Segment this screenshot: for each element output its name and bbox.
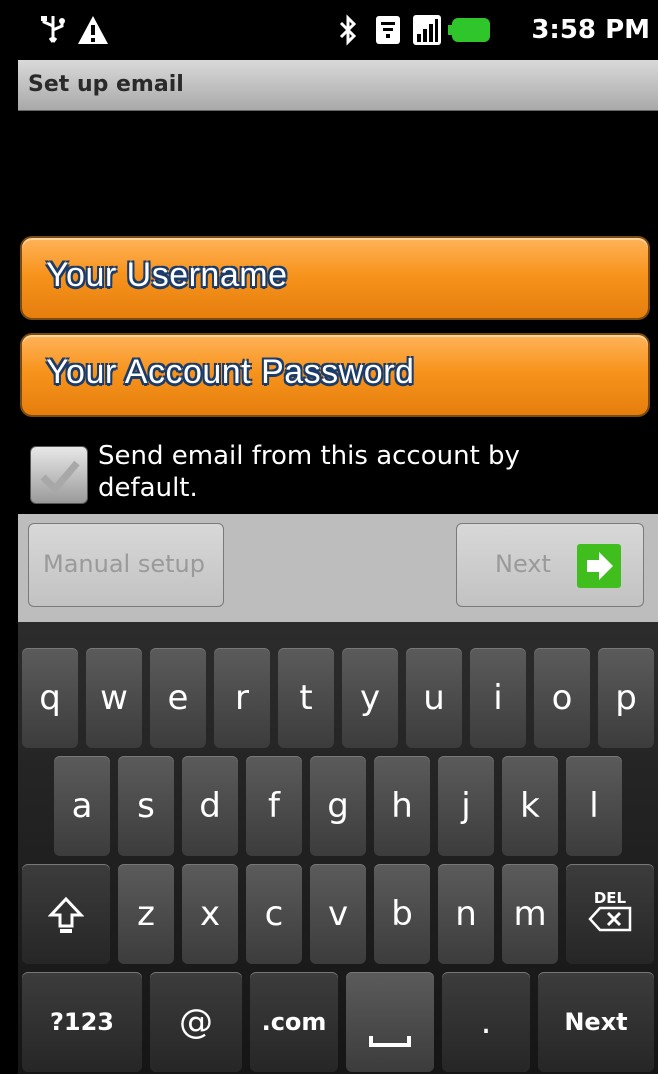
key-d[interactable]: d [182, 756, 238, 856]
key-a[interactable]: a [54, 756, 110, 856]
manual-setup-button[interactable]: Manual setup [28, 523, 224, 607]
key-p[interactable]: p [598, 648, 654, 748]
key-z[interactable]: z [118, 864, 174, 964]
arrow-right-icon [577, 544, 621, 588]
default-account-label: Send email from this account by default. [98, 441, 520, 503]
shift-icon [47, 896, 85, 933]
username-field[interactable]: Your Username [22, 238, 648, 318]
key-f[interactable]: f [246, 756, 302, 856]
spacebar-icon [369, 1036, 411, 1047]
key-e[interactable]: e [150, 648, 206, 748]
symbols-key[interactable]: ?123 [22, 972, 142, 1072]
next-button[interactable]: Next [456, 523, 644, 607]
space-key[interactable] [346, 972, 434, 1072]
usb-icon [41, 16, 65, 43]
page-title: Set up email [28, 72, 184, 97]
key-q[interactable]: q [22, 648, 78, 748]
password-field[interactable]: Your Account Password [22, 335, 648, 415]
key-j[interactable]: j [438, 756, 494, 856]
key-y[interactable]: y [342, 648, 398, 748]
key-m[interactable]: m [502, 864, 558, 964]
key-i[interactable]: i [470, 648, 526, 748]
warning-icon [78, 16, 108, 44]
key-s[interactable]: s [118, 756, 174, 856]
at-key[interactable]: @ [150, 972, 242, 1072]
key-x[interactable]: x [182, 864, 238, 964]
soft-keyboard: q w e r t y u i o p a s d f g h j k l z … [18, 622, 658, 1074]
delete-key[interactable]: DEL [566, 864, 654, 964]
key-h[interactable]: h [374, 756, 430, 856]
key-u[interactable]: u [406, 648, 462, 748]
key-k[interactable]: k [502, 756, 558, 856]
username-field-value: Your Username [46, 256, 288, 294]
status-bar: 3:58 PM [18, 0, 658, 60]
title-bar: Set up email [18, 60, 658, 111]
key-g[interactable]: g [310, 756, 366, 856]
wifi-icon [376, 16, 400, 44]
key-r[interactable]: r [214, 648, 270, 748]
next-label: Next [495, 550, 551, 578]
key-v[interactable]: v [310, 864, 366, 964]
left-edge [0, 0, 18, 1074]
backspace-icon [588, 906, 632, 932]
manual-setup-label: Manual setup [43, 550, 205, 578]
checkmark-icon [40, 460, 80, 495]
key-c[interactable]: c [246, 864, 302, 964]
default-account-checkbox[interactable] [30, 446, 88, 504]
key-n[interactable]: n [438, 864, 494, 964]
keyboard-next-key[interactable]: Next [538, 972, 654, 1072]
key-o[interactable]: o [534, 648, 590, 748]
key-w[interactable]: w [86, 648, 142, 748]
password-field-value: Your Account Password [46, 353, 415, 391]
dotcom-key[interactable]: .com [250, 972, 338, 1072]
key-b[interactable]: b [374, 864, 430, 964]
del-label: DEL [593, 889, 627, 907]
period-key[interactable]: . [442, 972, 530, 1072]
key-t[interactable]: t [278, 648, 334, 748]
screen: 3:58 PM Set up email Your Username Your … [0, 0, 658, 1074]
bluetooth-icon [339, 14, 357, 46]
battery-icon [448, 18, 490, 42]
signal-icon [413, 15, 441, 45]
status-time: 3:58 PM [531, 15, 650, 45]
key-l[interactable]: l [566, 756, 622, 856]
shift-key[interactable] [22, 864, 110, 964]
